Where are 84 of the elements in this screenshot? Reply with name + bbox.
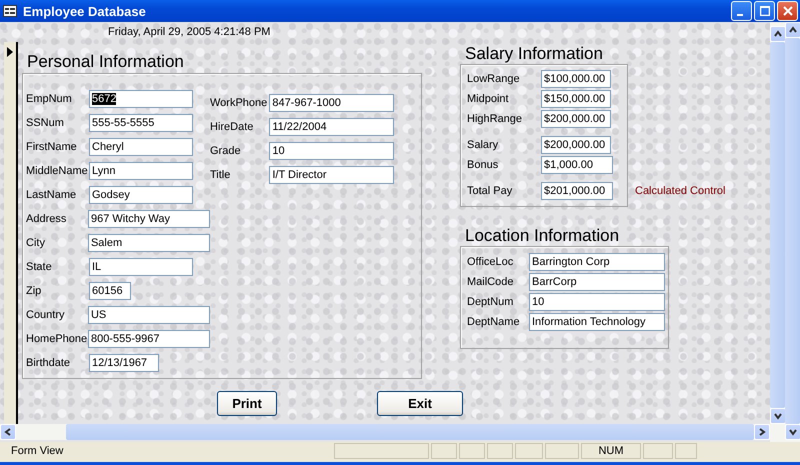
field-label: Zip <box>26 285 42 297</box>
scroll-down-icon[interactable] <box>785 424 800 440</box>
text-field[interactable]: BarrCorp <box>529 273 665 291</box>
section-heading: Personal Information <box>26 52 185 72</box>
field-label: Birthdate <box>26 357 72 369</box>
scroll-up-icon[interactable] <box>770 26 786 42</box>
note-label: Calculated Control <box>635 185 726 197</box>
text-field[interactable]: Salem <box>88 234 210 252</box>
scroll-left-icon[interactable] <box>0 424 16 440</box>
current-record-icon <box>6 46 14 58</box>
status-panel <box>431 443 457 459</box>
text-field[interactable]: Godsey <box>89 186 193 204</box>
field-label: FirstName <box>26 141 78 153</box>
text-field[interactable]: US <box>88 306 210 324</box>
field-label: Salary <box>467 139 500 151</box>
form-icon <box>3 5 17 17</box>
close-icon <box>782 6 792 16</box>
maximize-button[interactable] <box>754 1 775 21</box>
field-label: Bonus <box>467 159 500 171</box>
field-label: MiddleName <box>26 165 89 177</box>
text-field[interactable]: $200,000.00 <box>541 136 611 154</box>
status-panel <box>487 443 513 459</box>
field-label: LastName <box>26 189 78 201</box>
text-field[interactable]: $201,000.00 <box>541 182 613 200</box>
field-label: Address <box>26 213 68 225</box>
section-heading: Location Information <box>464 226 620 246</box>
field-label: State <box>26 261 53 273</box>
text-field[interactable]: 5672 <box>89 90 193 108</box>
text-field[interactable]: 847-967-1000 <box>269 94 394 112</box>
text-field[interactable]: 555-55-5555 <box>89 114 193 132</box>
field-label: OfficeLoc <box>467 256 514 268</box>
scroll-down-icon[interactable] <box>770 408 786 424</box>
exit-button[interactable]: Exit <box>377 391 463 416</box>
close-button[interactable] <box>777 1 798 21</box>
text-field[interactable]: 10 <box>269 142 394 160</box>
timestamp: Friday, April 29, 2005 4:21:48 PM <box>108 26 270 38</box>
num-lock-indicator: NUM <box>581 443 641 459</box>
field-label: HighRange <box>467 113 524 125</box>
status-panel <box>675 443 697 459</box>
field-label: HomePhone <box>26 333 88 345</box>
field-label: DeptName <box>467 316 521 328</box>
minimize-icon <box>736 14 742 16</box>
text-field[interactable]: $200,000.00 <box>541 110 611 128</box>
scroll-right-icon[interactable] <box>754 424 770 440</box>
text-field[interactable]: 967 Witchy Way <box>88 210 210 228</box>
maximize-icon <box>760 6 770 16</box>
field-label: DeptNum <box>467 296 514 308</box>
field-label: HireDate <box>210 121 254 133</box>
field-label: Grade <box>210 145 242 157</box>
field-label: SSNum <box>26 117 65 129</box>
text-field[interactable]: I/T Director <box>269 166 394 184</box>
text-field[interactable]: $1,000.00 <box>541 156 613 174</box>
text-field[interactable]: Information Technology <box>529 313 665 331</box>
field-label: Title <box>210 169 232 181</box>
text-field[interactable]: Lynn <box>89 162 193 180</box>
text-field[interactable]: Cheryl <box>89 138 193 156</box>
status-panel <box>515 443 543 459</box>
text-field[interactable]: $100,000.00 <box>541 70 611 88</box>
field-label: MailCode <box>467 276 514 288</box>
field-label: Midpoint <box>467 93 510 105</box>
text-field[interactable]: 11/22/2004 <box>269 118 394 136</box>
text-field[interactable]: 800-555-9967 <box>88 330 210 348</box>
minimize-button[interactable] <box>731 1 752 21</box>
window-title: Employee Database <box>23 4 146 18</box>
scroll-up-icon[interactable] <box>785 22 800 38</box>
text-field[interactable]: 10 <box>529 293 665 311</box>
field-label: Total Pay <box>467 185 514 197</box>
status-panel <box>643 443 673 459</box>
field-label: LowRange <box>467 73 521 85</box>
field-label: WorkPhone <box>210 97 268 109</box>
field-label: City <box>26 237 46 249</box>
text-field[interactable]: $150,000.00 <box>541 90 611 108</box>
text-field[interactable]: Barrington Corp <box>529 253 665 271</box>
status-panel <box>459 443 485 459</box>
field-label: EmpNum <box>26 93 73 105</box>
status-text: Form View <box>10 444 64 459</box>
section-heading: Salary Information <box>464 44 604 64</box>
print-button[interactable]: Print <box>217 391 277 416</box>
status-panel <box>545 443 579 459</box>
record-selector[interactable] <box>4 42 18 424</box>
field-label: Country <box>26 309 66 321</box>
text-field[interactable]: 12/13/1967 <box>89 354 159 372</box>
text-field[interactable]: 60156 <box>89 282 131 300</box>
text-field[interactable]: IL <box>89 258 193 276</box>
